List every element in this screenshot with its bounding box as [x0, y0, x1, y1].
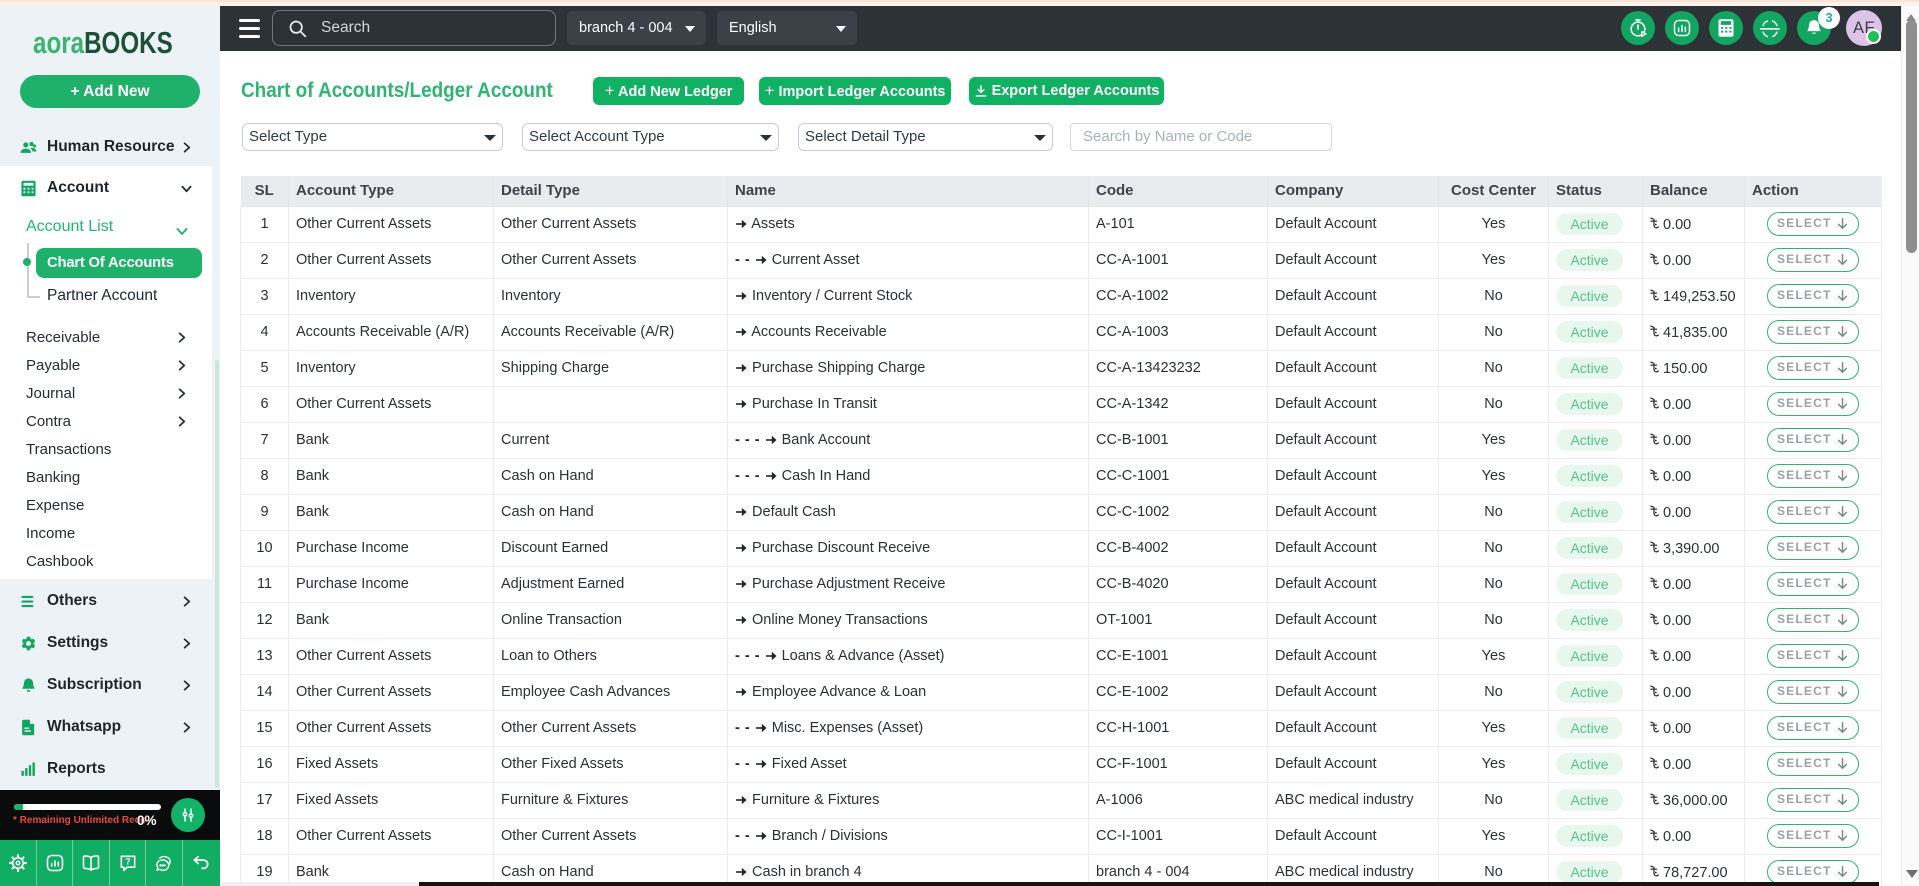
svg-text:?: ?	[125, 857, 131, 867]
